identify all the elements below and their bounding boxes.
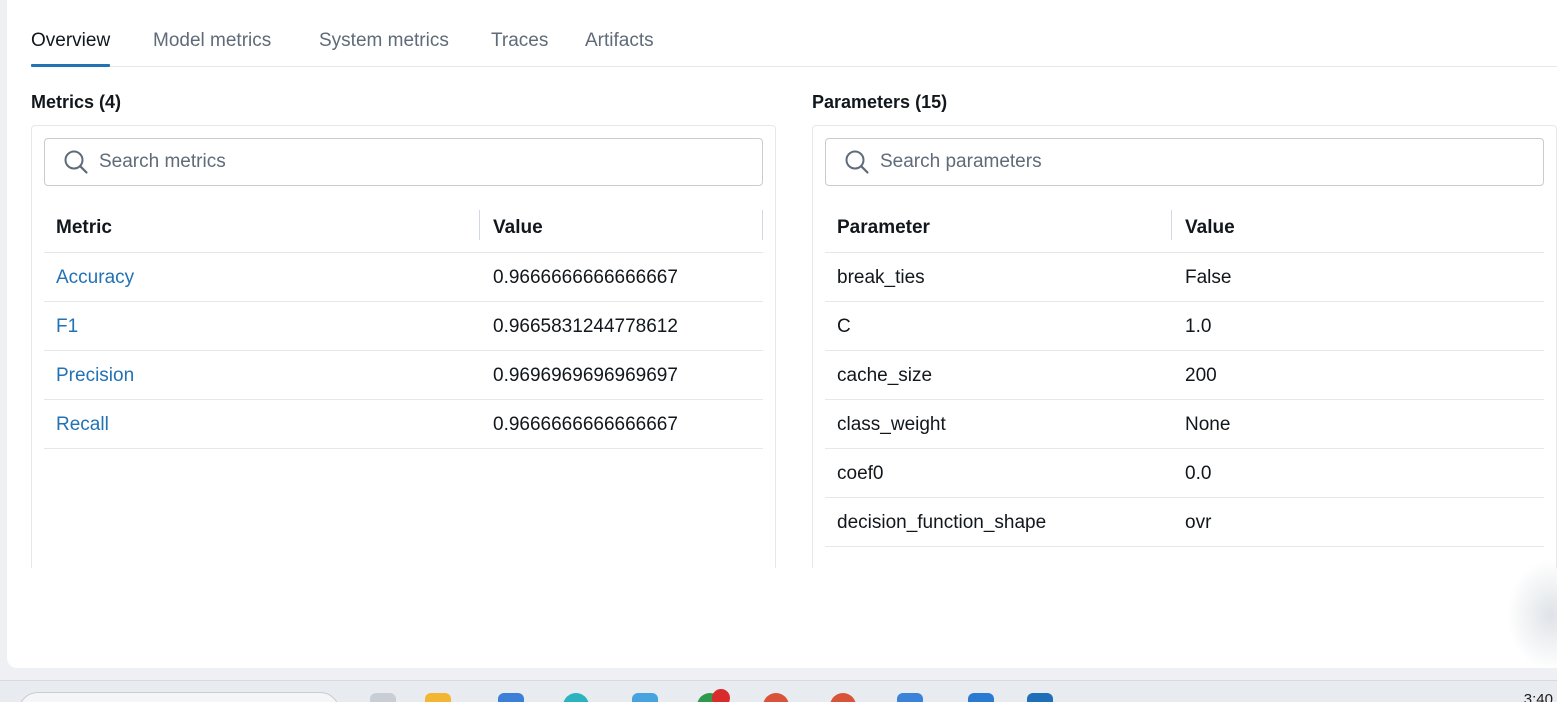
metric-link-f1[interactable]: F1 (56, 316, 78, 338)
run-details-card: Overview Model metrics System metrics Tr… (7, 0, 1557, 670)
metrics-search-input[interactable] (99, 151, 694, 173)
metric-link-precision[interactable]: Precision (56, 365, 134, 387)
table-row: cache_size 200 (825, 351, 1544, 400)
vscode-icon[interactable] (968, 693, 994, 702)
metrics-table: Metric Value Accuracy 0.9666666666666667… (44, 202, 763, 449)
table-row-partial (825, 547, 1544, 568)
taskbar-search-box[interactable] (18, 692, 340, 702)
tab-system-metrics[interactable]: System metrics (319, 30, 449, 67)
parameter-value: False (1185, 267, 1232, 288)
table-row: break_ties False (825, 253, 1544, 302)
column-resize-handle[interactable] (762, 210, 763, 240)
parameter-value: 0.0 (1185, 463, 1212, 484)
metrics-search[interactable] (44, 138, 763, 186)
table-row: Accuracy 0.9666666666666667 (44, 253, 763, 302)
parameters-panel: Parameter Value break_ties False C 1.0 c… (812, 125, 1557, 568)
parameters-table: Parameter Value break_ties False C 1.0 c… (825, 202, 1544, 568)
metrics-title: Metrics (4) (31, 92, 122, 112)
value-column-header: Value (1185, 217, 1235, 238)
tab-traces[interactable]: Traces (491, 30, 548, 67)
metric-value: 0.9666666666666667 (493, 414, 678, 435)
parameter-value: None (1185, 414, 1231, 435)
parameter-name: class_weight (837, 414, 946, 435)
os-taskbar: 3:40 (0, 680, 1557, 702)
parameter-name: decision_function_shape (837, 512, 1047, 533)
table-row: Recall 0.9666666666666667 (44, 400, 763, 449)
monitor-icon[interactable] (897, 693, 923, 702)
notification-badge (712, 689, 730, 702)
parameters-table-header: Parameter Value (825, 202, 1544, 253)
column-resize-handle[interactable] (1171, 210, 1172, 240)
tab-bar: Overview Model metrics System metrics Tr… (31, 0, 1557, 67)
avatar-icon[interactable] (830, 693, 856, 702)
metrics-table-header: Metric Value (44, 202, 763, 253)
table-row: C 1.0 (825, 302, 1544, 351)
parameter-column-header: Parameter (837, 217, 930, 238)
parameter-value: 200 (1185, 365, 1217, 386)
metric-value: 0.9666666666666667 (493, 267, 678, 288)
metric-link-accuracy[interactable]: Accuracy (56, 267, 134, 289)
value-column-header: Value (493, 217, 543, 238)
edge-icon[interactable] (563, 693, 589, 702)
table-row: F1 0.9665831244778612 (44, 302, 763, 351)
table-row: decision_function_shape ovr (825, 498, 1544, 547)
app-icon[interactable] (1027, 693, 1053, 702)
metric-value: 0.9696969696969697 (493, 365, 678, 386)
search-icon (64, 150, 88, 174)
parameter-name: coef0 (837, 463, 884, 484)
table-row: coef0 0.0 (825, 449, 1544, 498)
tab-model-metrics[interactable]: Model metrics (153, 30, 271, 67)
parameters-search[interactable] (825, 138, 1544, 186)
parameters-title: Parameters (15) (812, 92, 948, 112)
parameter-value: 1.0 (1185, 316, 1212, 337)
parameter-name: cache_size (837, 365, 933, 386)
metric-value: 0.9665831244778612 (493, 316, 678, 337)
taskbar-clock[interactable]: 3:40 (1524, 691, 1553, 702)
store-icon[interactable] (498, 693, 524, 702)
metric-link-recall[interactable]: Recall (56, 414, 109, 436)
table-row: Precision 0.9696969696969697 (44, 351, 763, 400)
scroll-shadow (1507, 560, 1557, 670)
tab-artifacts[interactable]: Artifacts (585, 30, 654, 67)
column-resize-handle[interactable] (479, 210, 480, 240)
parameter-value: ovr (1185, 512, 1212, 533)
file-explorer-icon[interactable] (370, 693, 396, 702)
search-icon (845, 150, 869, 174)
parameters-search-input[interactable] (880, 151, 1475, 173)
tab-overview[interactable]: Overview (31, 30, 111, 67)
parameter-name: C (837, 316, 851, 337)
metrics-panel: Metric Value Accuracy 0.9666666666666667… (31, 125, 776, 568)
avatar-icon[interactable] (763, 693, 789, 702)
parameter-name: break_ties (837, 267, 925, 288)
metric-column-header: Metric (56, 217, 112, 238)
table-row: class_weight None (825, 400, 1544, 449)
folder-icon[interactable] (425, 693, 451, 702)
mail-icon[interactable] (632, 693, 658, 702)
